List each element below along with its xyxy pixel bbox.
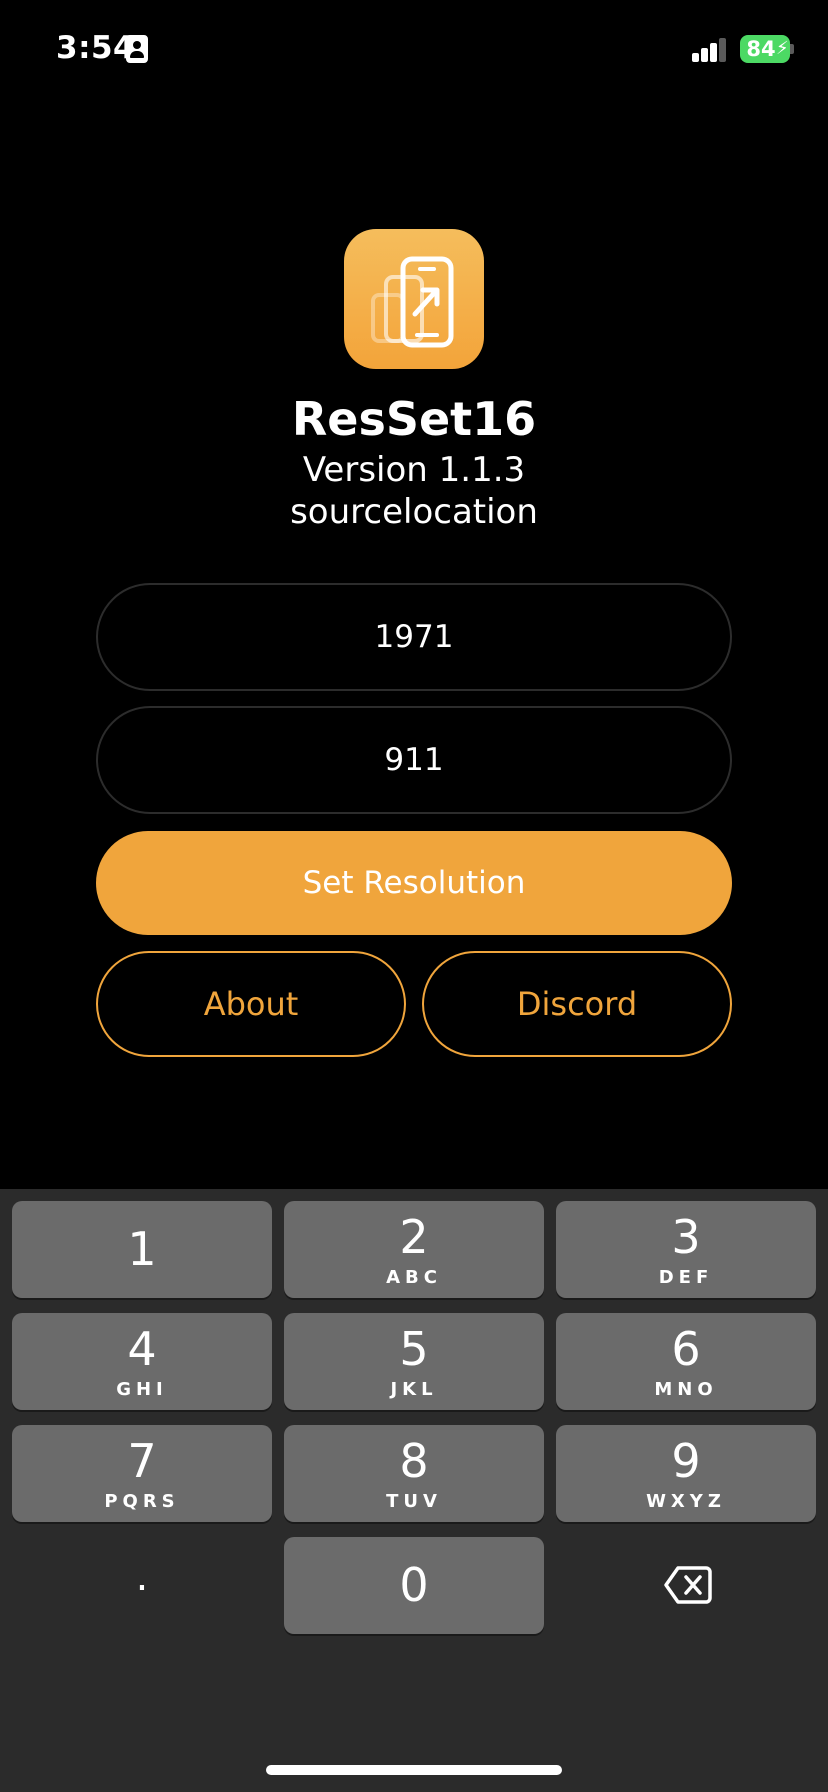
numeric-keypad: 1 2 ABC 3 DEF 4 GHI 5 JKL 6 MNO 7 PQRS 8…: [0, 1189, 828, 1792]
signal-icon: [692, 38, 728, 62]
key-letters: JKL: [390, 1379, 438, 1400]
app-name: ResSet16: [291, 392, 537, 446]
charging-bolt-icon: ⚡: [776, 38, 789, 59]
app-version: Version 1.1.3: [302, 450, 526, 490]
set-resolution-button[interactable]: Set Resolution: [96, 831, 732, 935]
battery-cap: [790, 44, 794, 54]
battery-charging-icon: 84 ⚡: [740, 35, 790, 63]
backspace-icon: [664, 1566, 712, 1604]
battery-level: 84: [746, 37, 776, 61]
discord-button[interactable]: Discord: [422, 951, 732, 1057]
about-button[interactable]: About: [96, 951, 406, 1057]
key-letters: WXYZ: [646, 1491, 726, 1512]
key-number: 4: [127, 1322, 157, 1376]
key-7[interactable]: 7 PQRS: [12, 1425, 272, 1522]
key-letters: DEF: [658, 1267, 714, 1288]
key-number: 7: [127, 1434, 157, 1488]
height-input[interactable]: [96, 706, 732, 814]
key-6[interactable]: 6 MNO: [556, 1313, 816, 1410]
key-2[interactable]: 2 ABC: [284, 1201, 544, 1298]
key-number: 9: [671, 1434, 701, 1488]
key-4[interactable]: 4 GHI: [12, 1313, 272, 1410]
app-screen: 3:54 84 ⚡ ResSet16 Version 1.1.3 sourcel…: [0, 0, 828, 1792]
key-letters: ABC: [386, 1267, 442, 1288]
key-0[interactable]: 0: [284, 1537, 544, 1634]
key-3[interactable]: 3 DEF: [556, 1201, 816, 1298]
key-number: 3: [671, 1210, 701, 1264]
key-number: 2: [399, 1210, 429, 1264]
key-number: 8: [399, 1434, 429, 1488]
phone-resize-icon: [344, 229, 484, 369]
key-letters: MNO: [654, 1379, 718, 1400]
key-number: 1: [127, 1222, 157, 1276]
key-letters: GHI: [116, 1379, 168, 1400]
key-number: 6: [671, 1322, 701, 1376]
key-9[interactable]: 9 WXYZ: [556, 1425, 816, 1522]
key-8[interactable]: 8 TUV: [284, 1425, 544, 1522]
app-author: sourcelocation: [290, 492, 538, 532]
key-1[interactable]: 1: [12, 1201, 272, 1298]
backspace-key[interactable]: [556, 1537, 816, 1634]
key-letters: PQRS: [104, 1491, 180, 1512]
status-bar: 3:54 84 ⚡: [0, 0, 828, 100]
key-letters: TUV: [386, 1491, 442, 1512]
key-5[interactable]: 5 JKL: [284, 1313, 544, 1410]
width-input[interactable]: [96, 583, 732, 691]
home-indicator[interactable]: [266, 1765, 562, 1775]
key-number: 5: [399, 1322, 429, 1376]
status-time: 3:54: [56, 30, 136, 66]
key-dot[interactable]: .: [12, 1537, 272, 1634]
id-card-icon: [126, 35, 148, 63]
key-number: 0: [399, 1558, 429, 1612]
